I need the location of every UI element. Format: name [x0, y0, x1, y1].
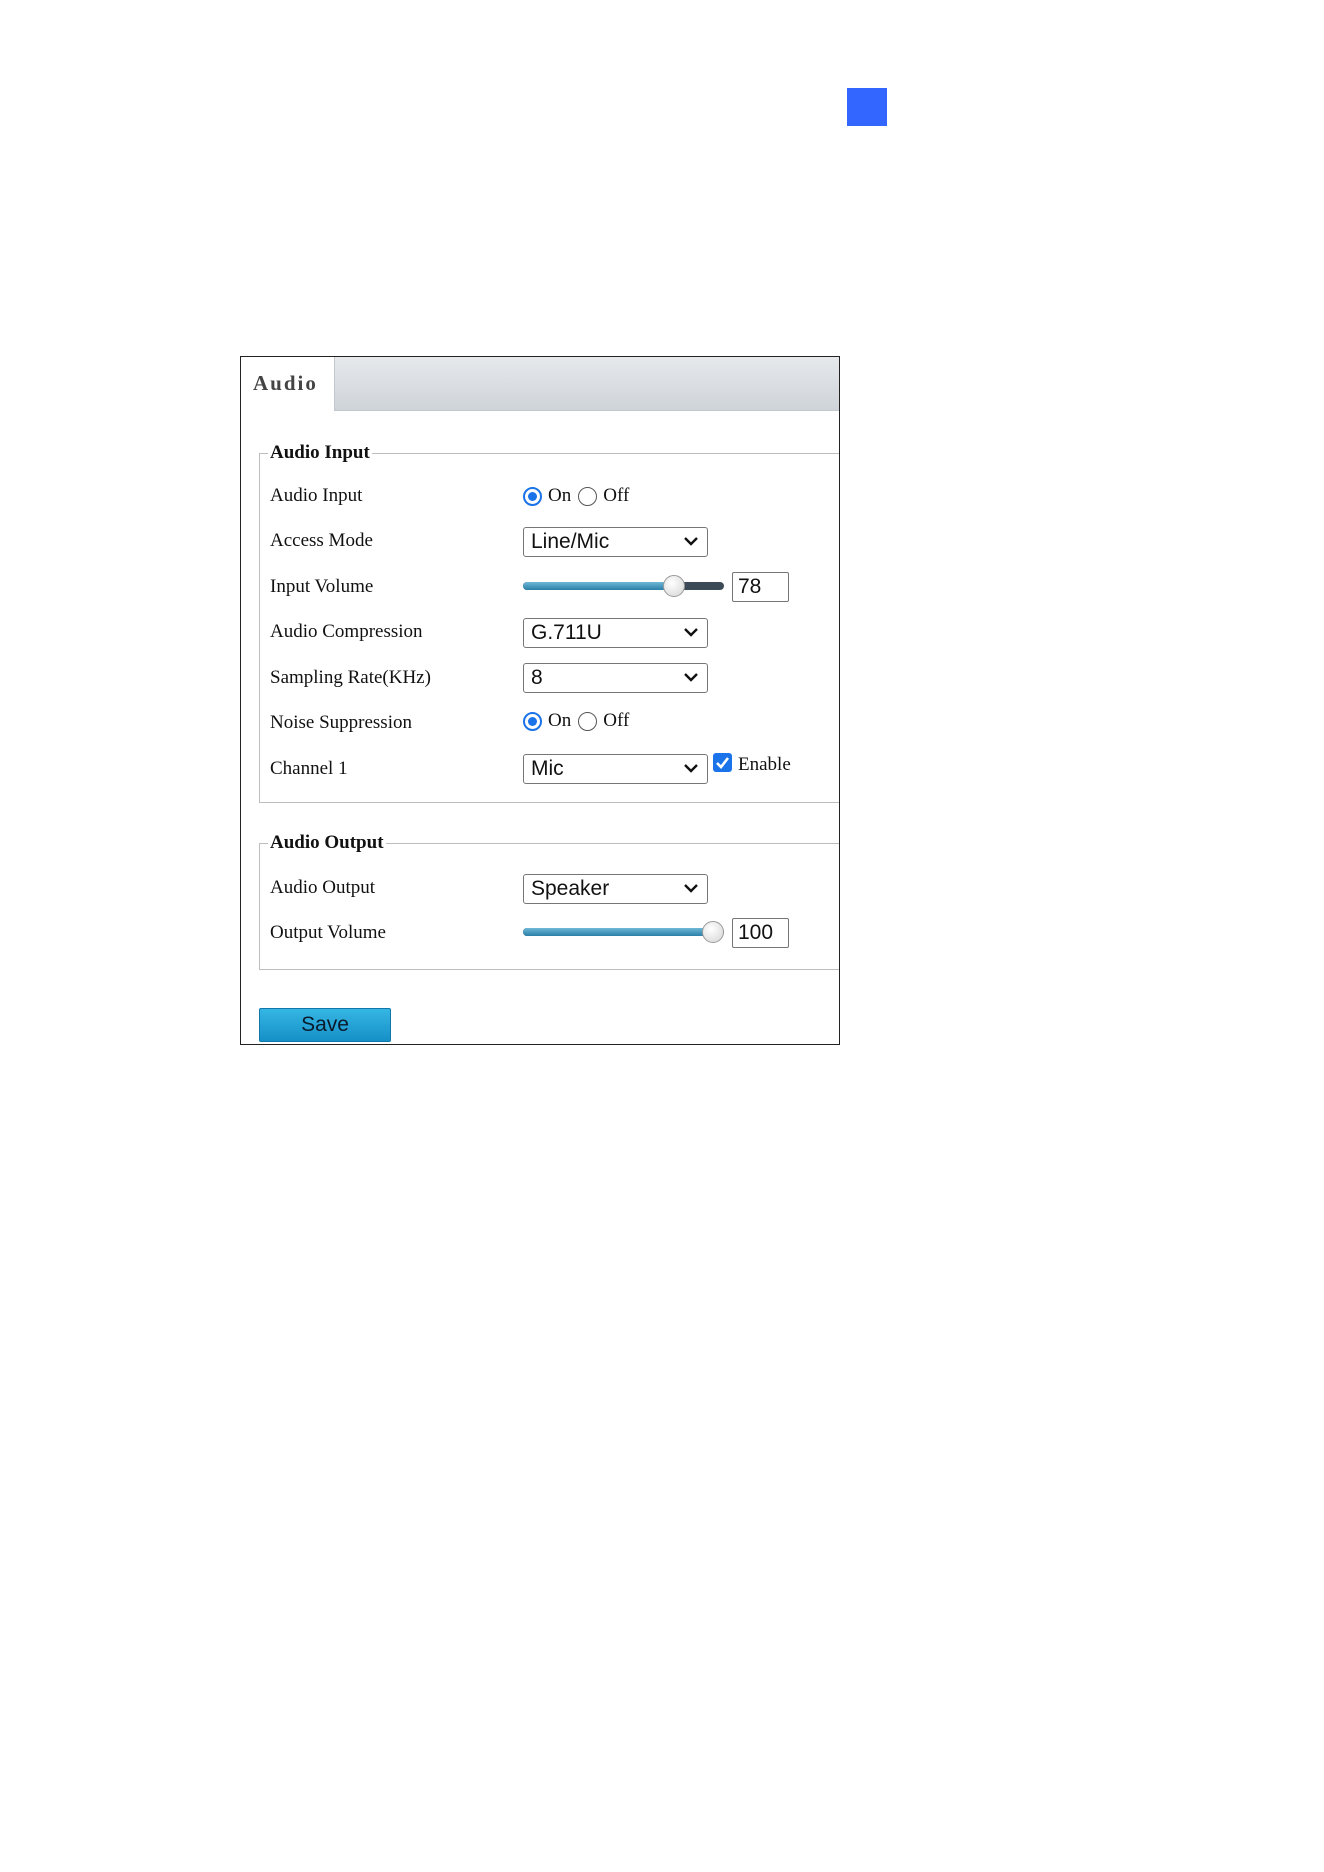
audio-input-off-radio[interactable]	[578, 486, 598, 506]
sampling-rate-label: Sampling Rate(KHz)	[270, 667, 431, 688]
audio-output-value: Speaker	[531, 877, 610, 900]
checkmark-icon	[716, 757, 730, 769]
access-mode-select[interactable]: Line/Mic	[523, 527, 708, 557]
tab-audio[interactable]: Audio	[241, 357, 335, 411]
audio-input-off-label: Off	[603, 485, 630, 506]
input-volume-thumb[interactable]	[662, 575, 685, 597]
noise-suppression-radio-group: On Off	[523, 710, 636, 732]
chevron-down-icon	[684, 884, 698, 893]
input-volume-field[interactable]: 78	[732, 572, 789, 602]
page-corner-marker	[847, 88, 887, 126]
save-button[interactable]: Save	[259, 1008, 391, 1042]
output-volume-thumb[interactable]	[702, 921, 724, 943]
sampling-rate-select[interactable]: 8	[523, 663, 708, 693]
input-volume-label: Input Volume	[270, 576, 374, 597]
noise-suppression-label: Noise Suppression	[270, 712, 412, 733]
input-volume-slider[interactable]	[523, 574, 724, 598]
tab-bar: Audio	[241, 357, 839, 411]
chevron-down-icon	[684, 628, 698, 637]
audio-compression-value: G.711U	[531, 621, 602, 644]
audio-output-select[interactable]: Speaker	[523, 874, 708, 904]
chevron-down-icon	[684, 764, 698, 773]
channel1-value: Mic	[531, 757, 564, 780]
output-volume-field[interactable]: 100	[732, 918, 789, 948]
noise-suppression-on-radio[interactable]	[523, 711, 542, 731]
audio-compression-label: Audio Compression	[270, 621, 423, 642]
audio-settings-panel: Audio Audio Input Audio Input On Off Acc…	[240, 356, 840, 1045]
audio-input-radio-group: On Off	[523, 485, 636, 507]
input-volume-fill	[523, 582, 674, 590]
audio-input-on-radio[interactable]	[523, 486, 542, 506]
noise-suppression-off-label: Off	[603, 710, 630, 731]
noise-suppression-off-radio[interactable]	[578, 711, 598, 731]
audio-output-group-title: Audio Output	[270, 832, 384, 853]
audio-input-label: Audio Input	[270, 485, 363, 506]
sampling-rate-value: 8	[531, 666, 543, 689]
audio-input-group-title: Audio Input	[270, 442, 370, 463]
output-volume-label: Output Volume	[270, 922, 386, 943]
audio-compression-select[interactable]: G.711U	[523, 618, 708, 648]
audio-input-on-label: On	[548, 485, 572, 506]
audio-output-label: Audio Output	[270, 877, 376, 898]
channel1-label: Channel 1	[270, 758, 348, 779]
access-mode-label: Access Mode	[270, 530, 373, 551]
channel1-enable-checkbox[interactable]	[713, 753, 732, 772]
output-volume-slider[interactable]	[523, 920, 724, 944]
channel1-enable-label: Enable	[738, 754, 791, 775]
chevron-down-icon	[684, 537, 698, 546]
chevron-down-icon	[684, 673, 698, 682]
channel1-select[interactable]: Mic	[523, 754, 708, 784]
access-mode-value: Line/Mic	[531, 530, 610, 553]
output-volume-fill	[523, 928, 713, 936]
noise-suppression-on-label: On	[548, 710, 572, 731]
